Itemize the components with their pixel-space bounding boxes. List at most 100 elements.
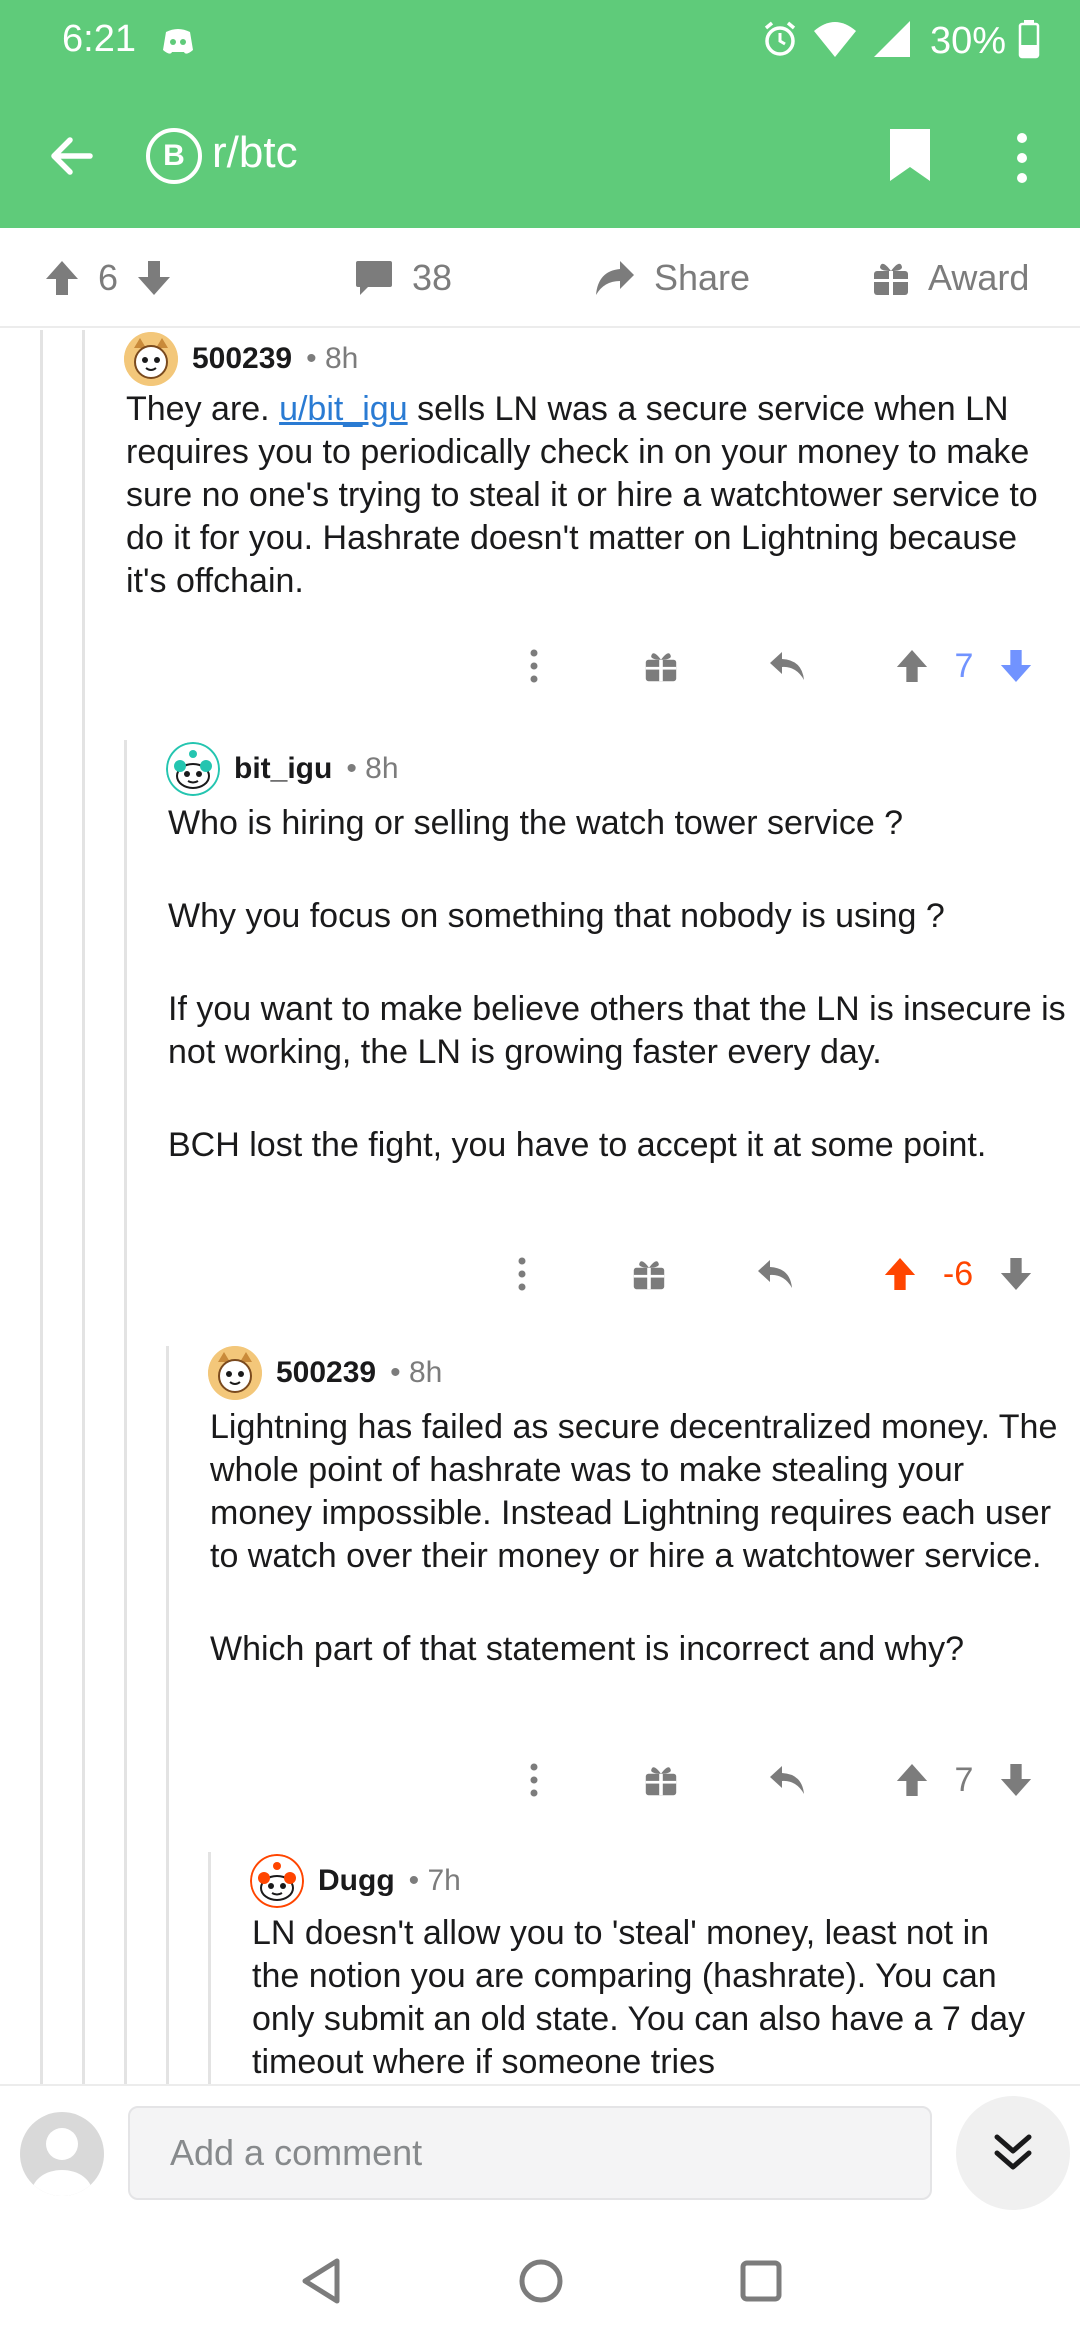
more-vert-icon <box>530 649 538 683</box>
circle-home-icon <box>519 2259 563 2303</box>
comment-upvote-button[interactable] <box>878 1244 922 1304</box>
post-actions: 6 38 Share Award <box>0 228 1080 328</box>
battery-icon <box>1018 19 1040 64</box>
discord-icon <box>160 24 196 60</box>
comment-downvote-button[interactable] <box>994 1244 1038 1304</box>
upvote-icon <box>896 1763 928 1797</box>
post-score: 6 <box>98 257 119 298</box>
comment-body: LN doesn't allow you to 'steal' money, l… <box>252 1912 1042 2084</box>
cat-avatar-icon[interactable] <box>208 1346 262 1400</box>
comment-more-button[interactable] <box>500 1244 544 1304</box>
comment-username[interactable]: 500239 <box>276 1356 376 1390</box>
post-vote: 6 <box>44 228 172 328</box>
upvote-icon[interactable] <box>44 259 80 297</box>
reply-icon <box>758 1260 792 1288</box>
add-comment-input[interactable]: Add a comment <box>128 2106 932 2200</box>
comment-reply-button[interactable] <box>750 1244 800 1304</box>
comment-username[interactable]: Dugg <box>318 1864 395 1898</box>
comment-upvote-button[interactable] <box>890 636 934 696</box>
expand-comments-button[interactable] <box>956 2096 1070 2210</box>
comment-body: Lightning has failed as secure decentral… <box>210 1406 1070 1671</box>
comment-thread: 500239 • 8h They are. u/bit_igu sells LN… <box>0 330 1080 2084</box>
comment-upvote-button[interactable] <box>890 1750 934 1810</box>
back-arrow-icon <box>51 137 93 175</box>
comment-meta: • 8h <box>346 752 399 785</box>
comment-body: They are. u/bit_igu sells LN was a secur… <box>126 388 1046 603</box>
comment-actions: 7 <box>0 1750 1080 1810</box>
app-bar: B r/btc <box>0 84 1080 228</box>
comment-paragraph: Who is hiring or selling the watch tower… <box>168 804 904 842</box>
thread-line <box>82 330 85 2084</box>
upvote-icon <box>884 1257 916 1291</box>
gift-icon <box>874 263 908 295</box>
downvote-icon[interactable] <box>136 259 172 297</box>
comment-reply-button[interactable] <box>762 636 812 696</box>
thread-line <box>208 1852 211 2084</box>
comment-more-button[interactable] <box>512 636 556 696</box>
downvote-icon <box>1000 1763 1032 1797</box>
comments-count: 38 <box>412 257 453 298</box>
downvote-icon <box>1000 1257 1032 1291</box>
comment-paragraph: LN doesn't allow you to 'steal' money, l… <box>252 1914 1026 2081</box>
comment-actions: -6 <box>0 1244 1080 1304</box>
thread-line <box>166 1346 169 2084</box>
bookmark-icon <box>890 129 930 181</box>
award-button[interactable]: Award <box>872 228 1029 328</box>
gift-icon <box>645 1767 677 1796</box>
triangle-back-icon <box>302 2258 340 2304</box>
back-button[interactable] <box>40 124 104 188</box>
comment-award-button[interactable] <box>624 1244 674 1304</box>
status-time: 6:21 <box>62 18 136 60</box>
reply-icon <box>770 652 804 680</box>
share-icon <box>596 261 634 295</box>
share-label: Share <box>654 257 751 298</box>
comment-downvote-button[interactable] <box>994 636 1038 696</box>
comment-paragraph: Lightning has failed as secure decentral… <box>210 1408 1058 1575</box>
nav-recents-button[interactable] <box>726 2246 796 2316</box>
comment-reply-button[interactable] <box>762 1750 812 1810</box>
snoo-avatar-icon[interactable] <box>250 1854 304 1908</box>
comment-paragraph: If you want to make believe others that … <box>168 990 1066 1071</box>
status-right: 30% <box>760 16 1040 66</box>
comment-header: 500239 • 8h <box>208 1346 442 1400</box>
comment-meta: • 8h <box>390 1356 443 1389</box>
comment-meta: • 8h <box>306 342 359 375</box>
upvote-icon <box>896 649 928 683</box>
comment-icon <box>356 261 392 295</box>
cat-avatar-icon[interactable] <box>124 332 178 386</box>
status-bar: 6:21 30% <box>0 0 1080 84</box>
subreddit-name[interactable]: r/btc <box>212 128 298 178</box>
subreddit-icon[interactable]: B <box>146 128 202 184</box>
award-label: Award <box>928 257 1030 298</box>
comment-award-button[interactable] <box>636 636 686 696</box>
more-options-button[interactable] <box>1000 120 1044 196</box>
downvote-icon <box>1000 649 1032 683</box>
comment-username[interactable]: 500239 <box>192 342 292 376</box>
nav-home-button[interactable] <box>506 2246 576 2316</box>
share-button[interactable]: Share <box>594 228 750 328</box>
comment-header: Dugg • 7h <box>250 1854 461 1908</box>
comment-score: 7 <box>954 646 974 685</box>
snoo-avatar-icon[interactable] <box>166 742 220 796</box>
gift-icon <box>645 653 677 682</box>
wifi-icon <box>812 19 858 64</box>
comments-button[interactable]: 38 <box>354 228 452 328</box>
battery-percent: 30% <box>929 19 1006 62</box>
comment-actions: 7 <box>0 636 1080 696</box>
nav-back-button[interactable] <box>286 2246 356 2316</box>
comment-username[interactable]: bit_igu <box>234 752 332 786</box>
comment-paragraph: Why you focus on something that nobody i… <box>168 897 945 935</box>
more-vert-icon <box>1017 133 1027 183</box>
comment-more-button[interactable] <box>512 1750 556 1810</box>
comment-meta: • 7h <box>408 1864 461 1897</box>
comment-downvote-button[interactable] <box>994 1750 1038 1810</box>
comment-award-button[interactable] <box>636 1750 686 1810</box>
comment-score: -6 <box>942 1254 974 1293</box>
user-mention-link[interactable]: u/bit_igu <box>279 390 408 428</box>
comment-header: 500239 • 8h <box>124 332 358 386</box>
gift-icon <box>633 1261 665 1290</box>
bookmark-button[interactable] <box>880 120 940 190</box>
double-chevron-down-icon <box>994 2134 1032 2170</box>
user-avatar-icon[interactable] <box>20 2112 104 2196</box>
more-vert-icon <box>530 1763 538 1797</box>
